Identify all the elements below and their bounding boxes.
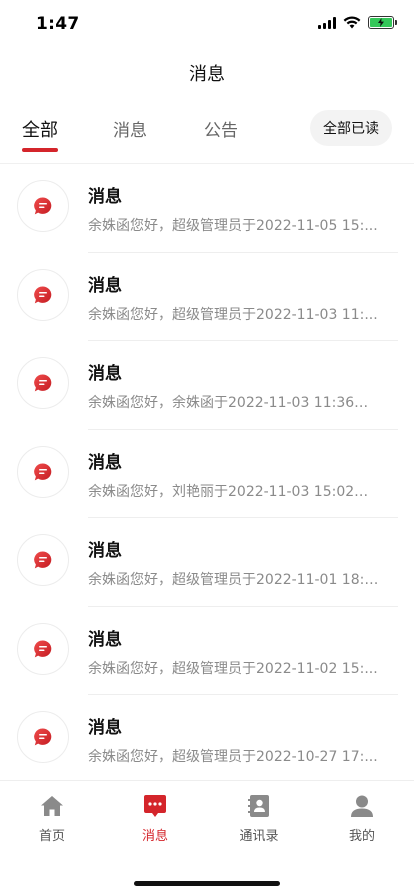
- message-avatar: [17, 711, 69, 763]
- tab-announcements-label: 公告: [204, 121, 238, 141]
- message-preview: 余姝函您好，余姝函于2022-11-03 11:36提...: [88, 395, 380, 411]
- tab-announcements[interactable]: 公告: [204, 116, 238, 141]
- message-preview: 余姝函您好，超级管理员于2022-11-05 15:...: [88, 218, 378, 234]
- chat-bubble-icon: [34, 551, 52, 569]
- nav-profile[interactable]: 我的: [327, 793, 397, 844]
- message-preview: 余姝函您好，超级管理员于2022-11-03 11:...: [88, 306, 378, 323]
- chat-bubble-icon: [34, 728, 52, 746]
- wifi-icon: [343, 16, 361, 29]
- nav-messages[interactable]: 消息: [120, 793, 190, 844]
- cellular-signal-icon: [318, 16, 336, 29]
- message-preview: 余姝函您好，刘艳丽于2022-11-03 15:02提...: [88, 483, 380, 500]
- message-list-item[interactable]: 消息余姝函您好，余姝函于2022-11-03 11:36提...: [0, 341, 414, 430]
- charging-bolt-icon: [378, 18, 384, 27]
- chat-bubble-icon: [34, 462, 52, 480]
- chat-bubble-icon: [34, 374, 52, 392]
- tab-all-label: 全部: [22, 120, 58, 141]
- mark-all-read-button[interactable]: 全部已读: [310, 110, 392, 146]
- tab-messages[interactable]: 消息: [113, 116, 147, 141]
- chat-bubble-icon: [34, 639, 52, 657]
- message-list-item[interactable]: 消息余姝函您好，超级管理员于2022-11-02 15:...: [0, 607, 414, 695]
- filter-tabs: 全部 消息 公告 全部已读: [0, 108, 414, 164]
- battery-icon: [368, 16, 397, 29]
- status-time: 1:47: [36, 14, 80, 34]
- status-bar: 1:47: [0, 0, 414, 48]
- chat-bubble-icon: [34, 285, 52, 303]
- message-title: 消息: [88, 275, 122, 296]
- message-list: 消息 余姝函您好，超级管理员于2022-11-05 15:... 消息 余姝函您好，超…: [0, 164, 414, 784]
- tab-all[interactable]: 全部: [22, 116, 58, 152]
- nav-contacts-label: 通讯录: [239, 829, 279, 844]
- page-title: 消息: [189, 64, 225, 85]
- message-avatar: [17, 445, 69, 498]
- message-icon: [144, 795, 166, 817]
- nav-profile-label: 我的: [348, 829, 375, 844]
- message-avatar: [17, 534, 69, 586]
- message-avatar: [17, 622, 69, 675]
- message-title: 消息: [88, 364, 122, 384]
- profile-icon: [351, 795, 373, 817]
- message-preview: 余姝函您好，超级管理员于2022-10-27 17:...: [88, 749, 378, 765]
- message-title: 消息: [88, 629, 122, 650]
- home-indicator: [134, 881, 280, 886]
- message-title: 消息: [88, 187, 122, 207]
- nav-messages-label: 消息: [141, 829, 168, 844]
- chat-bubble-icon: [34, 197, 52, 215]
- tab-messages-label: 消息: [113, 121, 147, 141]
- message-avatar: [17, 268, 69, 321]
- message-preview: 余姝函您好，超级管理员于2022-11-02 15:...: [88, 660, 378, 677]
- nav-contacts[interactable]: 通讯录: [224, 793, 294, 844]
- message-avatar: [17, 180, 69, 232]
- contacts-icon: [248, 795, 269, 817]
- home-icon: [41, 796, 63, 816]
- nav-home-label: 首页: [38, 829, 65, 844]
- message-title: 消息: [88, 718, 122, 738]
- nav-home[interactable]: 首页: [17, 793, 87, 844]
- message-list-item[interactable]: 消息余姝函您好，超级管理员于2022-10-27 17:...: [0, 695, 414, 784]
- active-tab-indicator: [22, 148, 58, 152]
- message-avatar: [17, 357, 69, 409]
- message-title: 消息: [88, 541, 122, 561]
- message-list-item[interactable]: 消息余姝函您好，超级管理员于2022-11-03 11:...: [0, 253, 414, 341]
- message-list-item[interactable]: 消息余姝函您好，超级管理员于2022-11-05 15:...: [0, 164, 414, 253]
- message-preview: 余姝函您好，超级管理员于2022-11-01 18:1...: [88, 572, 380, 588]
- status-icons: [318, 16, 397, 29]
- message-list-item[interactable]: 消息余姝函您好，超级管理员于2022-11-01 18:1...: [0, 518, 414, 607]
- message-title: 消息: [88, 452, 122, 473]
- message-list-item[interactable]: 消息余姝函您好，刘艳丽于2022-11-03 15:02提...: [0, 430, 414, 518]
- bottom-tab-bar: 首页 消息 通讯录 我的: [0, 780, 414, 896]
